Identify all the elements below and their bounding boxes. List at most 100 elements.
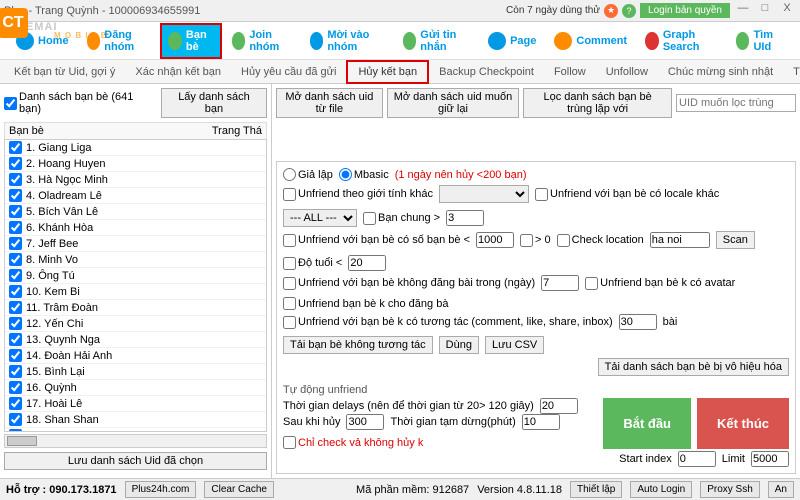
toolbar-gửi-tin-nhắn[interactable]: Gửi tin nhắn	[395, 23, 479, 59]
friend-row[interactable]: 19. Đinh Phương Thảo	[5, 428, 266, 432]
opt-fc-gt[interactable]: > 0	[520, 234, 551, 247]
save-uid-button[interactable]: Lưu danh sách Uid đã chọn	[4, 452, 267, 470]
subtab-5[interactable]: Follow	[544, 62, 596, 82]
ico-graph-icon	[645, 32, 659, 50]
toolbar-đăng-nhóm[interactable]: Đăng nhóm	[79, 23, 159, 59]
filter-uid-input[interactable]	[676, 94, 796, 112]
toolbar-graph-search[interactable]: Graph Search	[637, 23, 726, 59]
friend-row[interactable]: 8. Minh Vo	[5, 252, 266, 268]
locale-select[interactable]: --- ALL ---	[283, 209, 357, 227]
trial-text: Còn 7 ngày dùng thử	[506, 5, 600, 16]
friend-row[interactable]: 5. Bích Vân Lê	[5, 204, 266, 220]
vn-badge: ★	[604, 4, 618, 18]
friend-row[interactable]: 14. Đoàn Hải Anh	[5, 348, 266, 364]
toolbar-bạn-bè[interactable]: Bạn bè	[160, 23, 221, 59]
opt-nointeract[interactable]: Unfriend với bạn bè k có tương tác (comm…	[283, 316, 613, 329]
load-nointeract-button[interactable]: Tải bạn bè không tương tác	[283, 336, 433, 354]
friend-row[interactable]: 7. Jeff Bee	[5, 236, 266, 252]
friend-row[interactable]: 3. Hà Ngọc Minh	[5, 172, 266, 188]
mode-mbasic[interactable]: Mbasic	[339, 168, 389, 181]
stop-button[interactable]: Kết thúc	[697, 398, 789, 449]
toolbar-join-nhóm[interactable]: Join nhóm	[224, 23, 300, 59]
get-list-button[interactable]: Lấy danh sách bạn	[161, 88, 267, 118]
friend-row[interactable]: 16. Quỳnh	[5, 380, 266, 396]
login-button[interactable]: Login bản quyền	[640, 3, 730, 18]
days-input[interactable]	[541, 275, 579, 291]
auto-unfriend-label: Tự động unfriend	[283, 384, 789, 396]
location-input[interactable]	[650, 232, 710, 248]
friend-row[interactable]: 15. Bình Lại	[5, 364, 266, 380]
open-uid-file-button[interactable]: Mở danh sách uid từ file	[276, 88, 383, 118]
start-button[interactable]: Bắt đầu	[603, 398, 691, 449]
limit-input[interactable]	[751, 451, 789, 467]
subtab-0[interactable]: Kết bạn từ Uid, gợi ý	[4, 62, 125, 82]
friend-row[interactable]: 11. Trâm Đoàn	[5, 300, 266, 316]
opt-age[interactable]: Độ tuổi <	[283, 257, 342, 270]
opt-locale[interactable]: Unfriend với bạn bè có locale khác	[535, 188, 719, 201]
scan-button[interactable]: Scan	[716, 231, 755, 249]
friend-row[interactable]: 18. Shan Shan	[5, 412, 266, 428]
opt-mutual[interactable]: Bạn chung >	[363, 212, 440, 225]
subtab-1[interactable]: Xác nhận kết bạn	[125, 62, 231, 82]
help-badge[interactable]: ?	[622, 4, 636, 18]
friend-row[interactable]: 10. Kem Bi	[5, 284, 266, 300]
subtab-2[interactable]: Hủy yêu cầu đã gửi	[231, 62, 346, 82]
opt-nopost[interactable]: Unfriend với bạn bè không đăng bài trong…	[283, 277, 535, 290]
opt-location[interactable]: Check location	[557, 234, 644, 247]
ico-group-icon	[87, 32, 101, 50]
startindex-input[interactable]	[678, 451, 716, 467]
subtab-4[interactable]: Backup Checkpoint	[429, 62, 544, 82]
friend-row[interactable]: 6. Khánh Hòa	[5, 220, 266, 236]
friend-row[interactable]: 1. Giang Liga	[5, 140, 266, 156]
toolbar-tìm-uid[interactable]: Tìm UId	[728, 23, 792, 59]
friendlist-check[interactable]: Danh sách bạn bè (641 bạn)	[4, 91, 157, 115]
close-button[interactable]: X	[778, 2, 796, 20]
ico-join-icon	[232, 32, 246, 50]
mutual-input[interactable]	[446, 210, 484, 226]
friend-row[interactable]: 17. Hoài Lê	[5, 396, 266, 412]
clear-cache-button[interactable]: Clear Cache	[204, 481, 274, 498]
interact-input[interactable]	[619, 314, 657, 330]
subtab-3[interactable]: Hủy kết bạn	[346, 60, 429, 84]
toolbar-mời-vào-nhóm[interactable]: Mời vào nhóm	[302, 23, 393, 59]
gender-select[interactable]	[439, 185, 529, 203]
h-scrollbar[interactable]	[4, 434, 267, 448]
pause-input[interactable]	[522, 414, 560, 430]
minimize-button[interactable]: —	[734, 2, 752, 20]
subtab-7[interactable]: Chúc mừng sinh nhật	[658, 62, 783, 82]
csv-button[interactable]: Lưu CSV	[485, 336, 544, 354]
subtab-8[interactable]: Tả	[783, 62, 800, 82]
fc-min[interactable]	[476, 232, 514, 248]
friend-row[interactable]: 9. Ông Tú	[5, 268, 266, 284]
proxy-button[interactable]: Proxy Ssh	[700, 481, 760, 498]
opt-friendcount[interactable]: Unfriend với bạn bè có số bạn bè <	[283, 234, 470, 247]
autologin-button[interactable]: Auto Login	[630, 481, 692, 498]
settings-button[interactable]: Thiết lập	[570, 481, 622, 498]
an-button[interactable]: An	[768, 481, 794, 498]
open-keep-uid-button[interactable]: Mở danh sách uid muốn giữ lại	[387, 88, 520, 118]
main-toolbar: HomeĐăng nhómBạn bèJoin nhómMời vào nhóm…	[0, 22, 800, 60]
opt-noavatar[interactable]: Unfriend bạn bè k có avatar	[585, 277, 735, 290]
age-input[interactable]	[348, 255, 386, 271]
subtab-6[interactable]: Unfollow	[596, 62, 658, 82]
site-button[interactable]: Plus24h.com	[125, 481, 197, 498]
friend-row[interactable]: 13. Quynh Nga	[5, 332, 266, 348]
opt-gender[interactable]: Unfriend theo giới tính khác	[283, 188, 433, 201]
mode-gialap[interactable]: Giả lập	[283, 168, 333, 181]
ico-invite-icon	[310, 32, 324, 50]
friend-row[interactable]: 2. Hoang Huyen	[5, 156, 266, 172]
toolbar-page[interactable]: Page	[480, 26, 544, 56]
friend-row[interactable]: 12. Yến Chi	[5, 316, 266, 332]
toolbar-comment[interactable]: Comment	[546, 26, 635, 56]
friend-row[interactable]: 4. Oladream Lê	[5, 188, 266, 204]
delay-input[interactable]	[540, 398, 578, 414]
use-button[interactable]: Dùng	[439, 336, 479, 354]
after-input[interactable]	[346, 414, 384, 430]
maximize-button[interactable]: □	[756, 2, 774, 20]
friend-list[interactable]: 1. Giang Liga2. Hoang Huyen3. Hà Ngọc Mi…	[4, 139, 267, 432]
filter-dup-button[interactable]: Lọc danh sách bạn bè trùng lặp với	[523, 88, 672, 118]
load-disabled-button[interactable]: Tải danh sách bạn bè bị vô hiệu hóa	[598, 358, 789, 376]
opt-nopostperm[interactable]: Unfriend bạn bè k cho đăng bà	[283, 297, 448, 310]
checkonly[interactable]: Chỉ check vả không hủy k	[283, 436, 423, 449]
titlebar: Plus - Trang Quỳnh - 100006934655991 Còn…	[0, 0, 800, 22]
